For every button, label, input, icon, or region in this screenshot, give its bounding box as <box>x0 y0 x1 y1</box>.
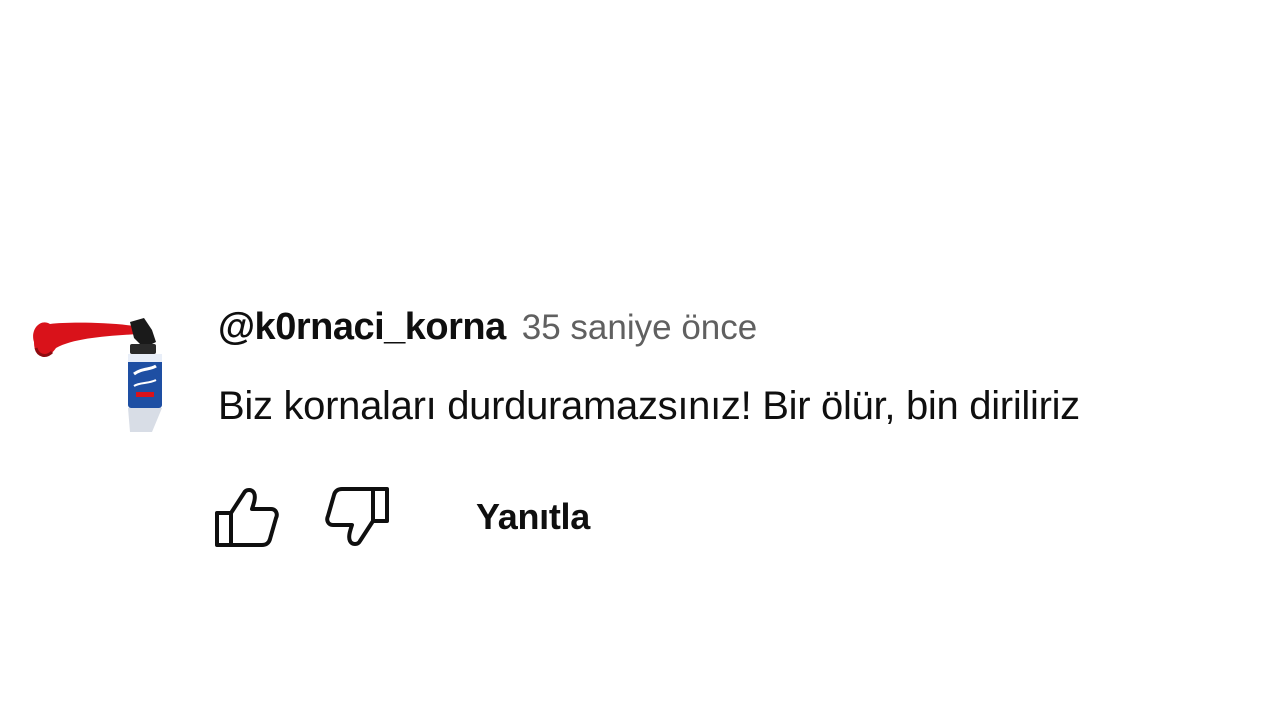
comment-body: @k0rnaci_korna 35 saniye önce Biz kornal… <box>218 306 1278 429</box>
comment-text: Biz kornaları durduramazsınız! Bir ölür,… <box>218 384 1080 428</box>
comment-timestamp[interactable]: 35 saniye önce <box>522 308 757 348</box>
comment-thread: @k0rnaci_korna 35 saniye önce Biz kornal… <box>0 0 1280 720</box>
thumbs-down-icon <box>325 487 389 546</box>
thumbs-up-icon <box>215 488 279 547</box>
avatar[interactable] <box>26 308 171 436</box>
comment-author[interactable]: @k0rnaci_korna <box>218 306 506 349</box>
air-horn-icon <box>33 318 162 432</box>
reply-button[interactable]: Yanıtla <box>476 496 590 538</box>
dislike-button[interactable] <box>324 484 390 550</box>
like-button[interactable] <box>214 484 280 550</box>
comment-actions: Yanıtla <box>214 484 590 550</box>
comment-header: @k0rnaci_korna 35 saniye önce <box>218 306 1278 356</box>
